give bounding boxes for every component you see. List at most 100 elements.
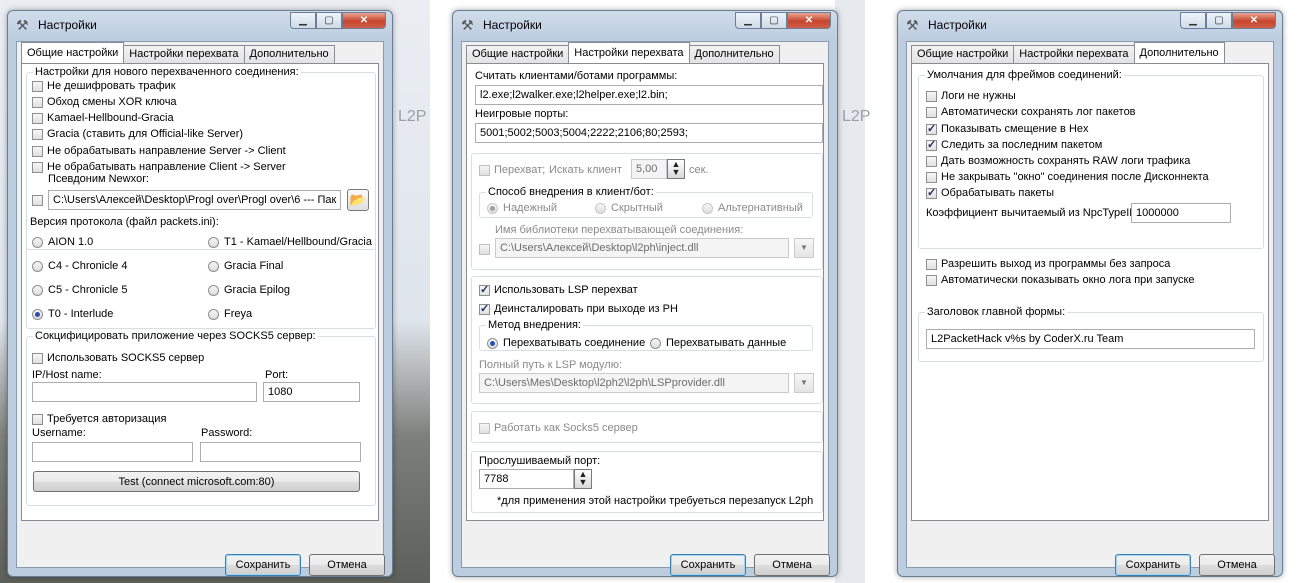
radio-dot[interactable]: [208, 308, 219, 320]
tab-extra[interactable]: Дополнительно: [1133, 42, 1225, 63]
checkbox-box[interactable]: [926, 106, 937, 118]
checkbox-no-decrypt[interactable]: Не дешифровать трафик: [32, 80, 176, 92]
npc-coefficient-input[interactable]: 1000000: [1131, 203, 1231, 223]
checkbox-box[interactable]: [926, 155, 937, 167]
checkbox-box[interactable]: [479, 164, 490, 176]
checkbox-no-client-server[interactable]: Не обрабатывать направление Client -> Se…: [32, 161, 286, 173]
checkbox-box[interactable]: [32, 145, 43, 157]
radio-dot[interactable]: [487, 202, 498, 214]
checkbox-box[interactable]: [926, 90, 937, 102]
radio-t0-interlude[interactable]: T0 - Interlude: [32, 308, 113, 320]
username-input[interactable]: [32, 442, 193, 462]
radio-dot[interactable]: [702, 202, 713, 214]
checkbox-box[interactable]: [479, 422, 490, 434]
minimize-button[interactable]: ▁: [735, 12, 761, 29]
checkbox-hex-offset[interactable]: Показывать смещение в Hex: [926, 122, 1089, 135]
checkbox-follow-last[interactable]: Следить за последним пакетом: [926, 138, 1102, 151]
tab-general[interactable]: Общие настройки: [466, 45, 570, 63]
tab-extra[interactable]: Дополнительно: [688, 45, 780, 63]
test-connection-button[interactable]: Test (connect microsoft.com:80): [33, 471, 360, 492]
radio-dot[interactable]: [595, 202, 606, 214]
radio-dot[interactable]: [208, 260, 219, 272]
main-caption-input[interactable]: L2PacketHack v%s by CoderX.ru Team: [926, 329, 1255, 349]
minimize-button[interactable]: ▁: [290, 12, 316, 29]
checkbox-keep-window[interactable]: Не закрывать "окно" соединения после Дис…: [926, 171, 1209, 183]
checkbox-socks5-server[interactable]: Работать как Socks5 сервер: [479, 422, 638, 434]
password-input[interactable]: [200, 442, 361, 462]
radio-c5[interactable]: C5 - Chronicle 5: [32, 284, 127, 296]
radio-reliable[interactable]: Надежный: [487, 202, 557, 214]
checkbox-box[interactable]: [479, 302, 490, 315]
lsp-dropdown-button[interactable]: ▼: [794, 373, 814, 393]
radio-dot[interactable]: [208, 284, 219, 296]
checkbox-box[interactable]: [926, 274, 937, 286]
maximize-button[interactable]: ▢: [761, 12, 787, 29]
radio-intercept-connection[interactable]: Перехватывать соединение: [487, 337, 645, 349]
checkbox-auto-show-log[interactable]: Автоматически показывать окно лога при з…: [926, 274, 1195, 286]
maximize-button[interactable]: ▢: [316, 12, 342, 29]
checkbox-no-logs[interactable]: Логи не нужны: [926, 90, 1016, 102]
library-path-combo[interactable]: C:\Users\Алексей\Desktop\l2ph\inject.dll: [495, 238, 789, 258]
checkbox-box[interactable]: [926, 186, 937, 199]
listen-port-spinner[interactable]: ▲ ▼: [574, 469, 592, 489]
title-bar[interactable]: ⚒ Настройки ▁ ▢ ✕: [453, 11, 837, 39]
checkbox-box[interactable]: [926, 138, 937, 151]
checkbox-process-packets[interactable]: Обрабатывать пакеты: [926, 186, 1054, 199]
radio-c4[interactable]: C4 - Chronicle 4: [32, 260, 127, 272]
radio-dot[interactable]: [32, 260, 43, 272]
checkbox-box[interactable]: [32, 413, 43, 425]
checkbox-raw-logs[interactable]: Дать возможность сохранять RAW логи траф…: [926, 155, 1190, 167]
save-button[interactable]: Сохранить: [670, 554, 746, 576]
tab-intercept[interactable]: Настройки перехвата: [123, 45, 245, 63]
checkbox-box[interactable]: [32, 112, 43, 124]
checkbox-box[interactable]: [32, 352, 43, 364]
search-interval-spinner[interactable]: ▲ ▼: [667, 159, 685, 179]
checkbox-autosave-log[interactable]: Автоматически сохранять лог пакетов: [926, 106, 1136, 118]
checkbox-uninstall-lsp[interactable]: Деинсталировать при выходе из PH: [479, 302, 678, 315]
cancel-button[interactable]: Отмена: [1199, 554, 1275, 576]
radio-aion[interactable]: AION 1.0: [32, 236, 93, 248]
checkbox-xor-bypass[interactable]: Обход смены XOR ключа: [32, 96, 177, 108]
tab-extra[interactable]: Дополнительно: [243, 45, 335, 63]
newxor-path-input[interactable]: C:\Users\Алексей\Desktop\Progl over\Prog…: [48, 190, 341, 210]
ip-input[interactable]: [32, 382, 257, 402]
radio-dot[interactable]: [650, 337, 661, 349]
close-button[interactable]: ✕: [1232, 12, 1276, 29]
radio-alternative[interactable]: Альтернативный: [702, 202, 803, 214]
cancel-button[interactable]: Отмена: [754, 554, 830, 576]
radio-gracia-final[interactable]: Gracia Final: [208, 260, 283, 272]
title-bar[interactable]: ⚒ Настройки ▁ ▢ ✕: [8, 11, 392, 39]
close-button[interactable]: ✕: [342, 12, 386, 29]
checkbox-box[interactable]: [479, 283, 490, 296]
tab-intercept[interactable]: Настройки перехвата: [1013, 45, 1135, 63]
library-checkbox[interactable]: [479, 244, 490, 255]
checkbox-use-socks[interactable]: Использовать SOCKS5 сервер: [32, 352, 204, 364]
checkbox-no-server-client[interactable]: Не обрабатывать направление Server -> Cl…: [32, 145, 286, 157]
checkbox-box[interactable]: [32, 128, 43, 140]
radio-t1[interactable]: T1 - Kamael/Hellbound/Gracia: [208, 236, 372, 248]
checkbox-kamael[interactable]: Kamael-Hellbound-Gracia: [32, 112, 174, 124]
tab-general[interactable]: Общие настройки: [911, 45, 1015, 63]
checkbox-box[interactable]: [32, 161, 43, 173]
radio-intercept-data[interactable]: Перехватывать данные: [650, 337, 786, 349]
save-button[interactable]: Сохранить: [1115, 554, 1191, 576]
checkbox-box[interactable]: [926, 171, 937, 183]
radio-hidden[interactable]: Скрытный: [595, 202, 663, 214]
title-bar[interactable]: ⚒ Настройки ▁ ▢ ✕: [898, 11, 1282, 39]
radio-freya[interactable]: Freya: [208, 308, 252, 320]
checkbox-box[interactable]: [32, 80, 43, 92]
minimize-button[interactable]: ▁: [1180, 12, 1206, 29]
newxor-checkbox[interactable]: [32, 195, 43, 206]
radio-dot[interactable]: [32, 236, 43, 248]
checkbox-intercept[interactable]: Перехват;: [479, 164, 545, 176]
clients-input[interactable]: l2.exe;l2walker.exe;l2helper.exe;l2.bin;: [475, 85, 823, 105]
cancel-button[interactable]: Отмена: [309, 554, 385, 576]
radio-dot[interactable]: [487, 337, 498, 349]
maximize-button[interactable]: ▢: [1206, 12, 1232, 29]
radio-dot[interactable]: [208, 236, 219, 248]
open-folder-button[interactable]: 📂: [347, 189, 369, 211]
radio-gracia-epilog[interactable]: Gracia Epilog: [208, 284, 290, 296]
radio-dot[interactable]: [32, 308, 43, 320]
listen-port-input[interactable]: 7788: [479, 469, 574, 489]
checkbox-box[interactable]: [926, 258, 937, 270]
